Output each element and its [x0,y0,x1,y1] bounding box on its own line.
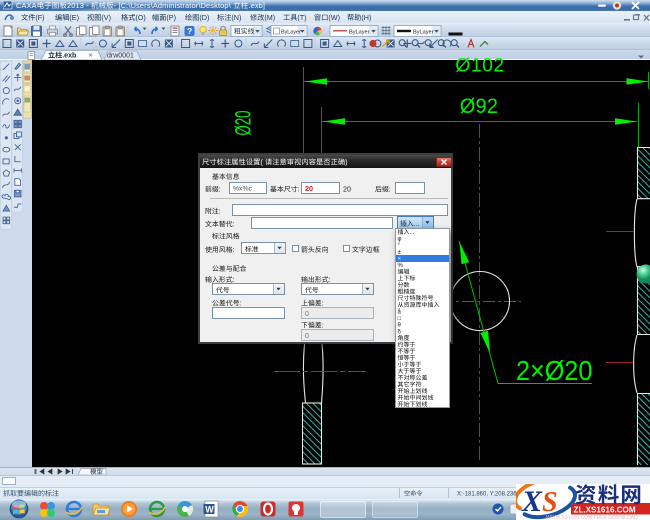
svg-text:ZL.XS1616.COM: ZL.XS1616.COM [574,505,636,514]
svg-text:W: W [205,505,214,515]
svg-text:S: S [542,487,558,518]
svg-text:?: ? [187,26,192,36]
svg-text:X: X [521,485,543,518]
svg-text:WWW.XS1616.COM FREE DOWNLOAD: WWW.XS1616.COM FREE DOWNLOAD [546,515,638,520]
